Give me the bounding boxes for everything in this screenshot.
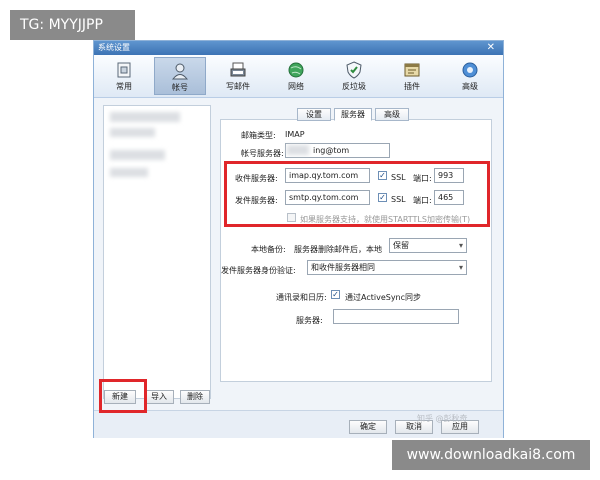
- tab-account[interactable]: 帐号: [154, 57, 206, 95]
- tab-advanced[interactable]: 高级: [444, 57, 496, 95]
- import-button[interactable]: 导入: [144, 390, 174, 404]
- watermark-top: TG: MYYJJPP: [10, 10, 135, 40]
- account-item-blurred[interactable]: [110, 150, 165, 160]
- account-item-blurred[interactable]: [110, 128, 155, 137]
- server-label: 服务器:: [296, 316, 323, 325]
- server-field[interactable]: [333, 309, 459, 324]
- settings-dialog: 系统设置 ✕ 常用 帐号 写邮件 网络 反垃圾 插件 高级 新建 导入 删除 设…: [93, 40, 504, 438]
- local-backup-select[interactable]: 保留: [389, 238, 467, 253]
- settings-toolbar: 常用 帐号 写邮件 网络 反垃圾 插件 高级: [94, 55, 503, 98]
- tab-general[interactable]: 常用: [98, 57, 150, 95]
- account-list[interactable]: [103, 105, 211, 399]
- subtab-settings[interactable]: 设置: [297, 108, 331, 121]
- tab-compose[interactable]: 写邮件: [212, 57, 264, 95]
- tab-antispam[interactable]: 反垃圾: [328, 57, 380, 95]
- local-backup-text: 服务器删除邮件后，本地: [294, 245, 382, 254]
- local-backup-label: 本地备份:: [251, 245, 286, 254]
- account-server-label: 帐号服务器:: [241, 149, 284, 158]
- compose-icon: [230, 62, 246, 77]
- server-settings-panel: 邮箱类型: IMAP 帐号服务器: ing@tom 收件服务器: imap.qy…: [220, 119, 492, 382]
- highlight-new-button: [99, 379, 147, 413]
- subtab-advanced[interactable]: 高级: [375, 108, 409, 121]
- account-server-blurred: [287, 145, 309, 155]
- plugin-icon: [404, 63, 420, 77]
- contacts-calendar-label: 通讯录和日历:: [276, 293, 327, 302]
- tab-plugins[interactable]: 插件: [386, 57, 438, 95]
- advanced-gear-icon: [462, 62, 478, 78]
- mailbox-type-label: 邮箱类型:: [241, 131, 276, 140]
- account-item-blurred[interactable]: [110, 168, 148, 177]
- activesync-label: 通过ActiveSync同步: [345, 293, 422, 302]
- tab-network[interactable]: 网络: [270, 57, 322, 95]
- account-item-blurred[interactable]: [110, 112, 180, 122]
- general-icon: [117, 62, 131, 78]
- smtp-auth-label: 发件服务器身份验证:: [221, 266, 296, 275]
- account-icon: [171, 63, 189, 80]
- network-icon: [288, 62, 304, 78]
- antispam-shield-icon: [346, 61, 362, 79]
- mailbox-type-value: IMAP: [285, 130, 305, 139]
- highlight-server-block: [224, 161, 490, 227]
- close-icon[interactable]: ✕: [487, 41, 495, 55]
- activesync-checkbox[interactable]: ✓: [331, 290, 340, 299]
- delete-button[interactable]: 删除: [180, 390, 210, 404]
- subtab-server[interactable]: 服务器: [334, 108, 372, 121]
- zhihu-watermark: 知乎 @彭秋奇: [417, 414, 468, 423]
- watermark-bottom: www.downloadkai8.com: [392, 440, 590, 470]
- title-bar: 系统设置 ✕: [94, 41, 503, 55]
- smtp-auth-select[interactable]: 和收件服务器相同: [307, 260, 467, 275]
- window-title: 系统设置: [98, 43, 130, 52]
- ok-button[interactable]: 确定: [349, 420, 387, 434]
